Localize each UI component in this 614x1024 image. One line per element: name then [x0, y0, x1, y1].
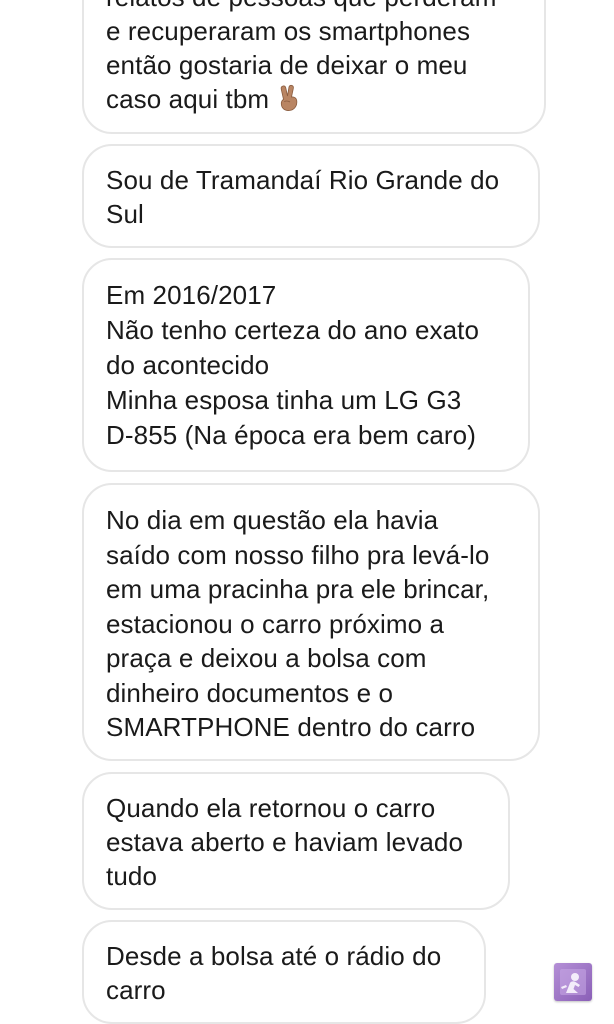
- victory-hand-emoji-icon: [277, 84, 301, 120]
- message-line: Minha esposa tinha um LG G3: [106, 385, 462, 415]
- user-profile-icon[interactable]: [554, 963, 592, 1001]
- message-bubble[interactable]: No dia em questão ela havia saído com no…: [82, 483, 540, 761]
- message-line: D-855 (Na época era bem caro): [106, 420, 476, 450]
- message-line: estava aberto e haviam levado: [106, 827, 464, 857]
- message-line: tudo: [106, 861, 158, 891]
- message-line: relatos de pessoas que perderam: [106, 0, 522, 14]
- message-bubble[interactable]: Em 2016/2017 Não tenho certeza do ano ex…: [82, 258, 530, 472]
- message-line: No dia em questão ela havia: [106, 505, 439, 535]
- message-line-with-emoji: caso aqui tbm: [106, 82, 522, 120]
- message-line: Desde a bolsa até o rádio do: [106, 941, 442, 971]
- message-line: dinheiro documentos e o: [106, 677, 394, 708]
- message-line: Sul: [106, 199, 144, 229]
- message-line: Em 2016/2017: [106, 280, 277, 310]
- message-line-text: caso aqui tbm: [106, 84, 270, 114]
- message-line: do acontecido: [106, 350, 270, 380]
- message-line: Não tenho certeza do ano exato: [106, 315, 480, 345]
- message-line: estacionou o carro próximo a: [106, 608, 445, 639]
- message-line: Sou de Tramandaí Rio Grande do: [106, 165, 500, 195]
- message-line: carro: [106, 975, 166, 1005]
- message-bubble[interactable]: Sou de Tramandaí Rio Grande do Sul: [82, 144, 540, 248]
- message-line: saído com nosso filho pra levá-lo: [106, 539, 490, 570]
- message-line: SMARTPHONE dentro do carro: [106, 712, 476, 742]
- message-line: e recuperaram os smartphones: [106, 16, 471, 46]
- message-bubble[interactable]: Quando ela retornou o carro estava abert…: [82, 772, 510, 910]
- message-line: Quando ela retornou o carro: [106, 793, 436, 823]
- message-line: praça e deixou a bolsa com: [106, 643, 427, 673]
- message-thread: relatos de pessoas que perderam e recupe…: [0, 0, 614, 1024]
- message-bubble[interactable]: Desde a bolsa até o rádio do carro: [82, 920, 486, 1024]
- message-line: então gostaria de deixar o meu: [106, 50, 468, 80]
- message-bubble[interactable]: relatos de pessoas que perderam e recupe…: [82, 0, 546, 134]
- message-line: em uma pracinha pra ele brincar,: [106, 574, 490, 604]
